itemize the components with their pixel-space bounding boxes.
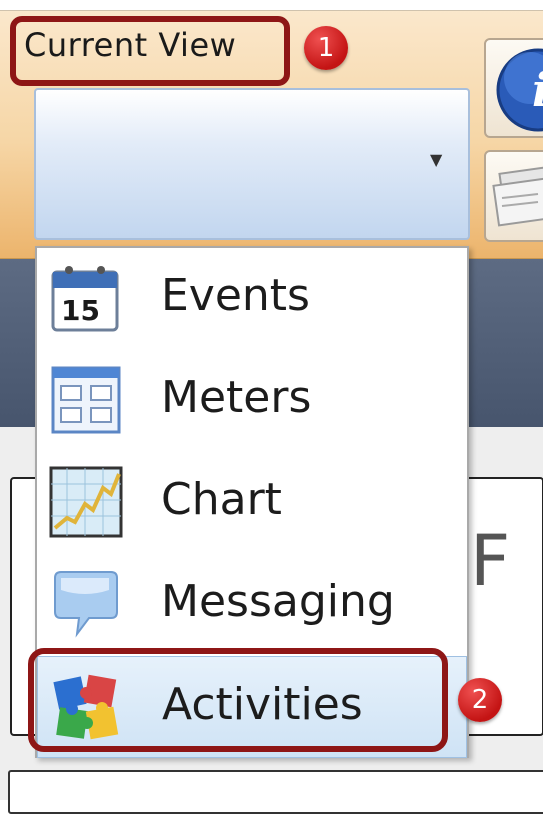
document-button[interactable] [484,150,543,242]
ribbon-top-strip [0,0,543,11]
calendar-icon: 15 [51,266,119,332]
menu-item-label: Events [161,270,310,321]
line-chart-icon [49,466,123,538]
menu-item-label: Meters [161,372,312,423]
bottom-input-box[interactable] [8,770,543,814]
menu-item-chart[interactable]: Chart [37,452,467,554]
info-button[interactable]: i [484,38,543,138]
meters-grid-icon [51,366,121,434]
highlight-box-activities [28,648,448,752]
info-icon: i [496,48,543,132]
current-view-dropdown[interactable] [34,88,470,240]
annotation-badge-1: 1 [304,26,348,70]
svg-text:i: i [532,63,543,117]
document-icon [492,165,543,227]
menu-item-label: Chart [161,474,282,525]
background-panel-glyph: F [470,520,511,602]
chevron-down-icon[interactable]: ▼ [430,150,442,169]
svg-text:15: 15 [61,294,100,327]
menu-item-label: Messaging [161,576,395,627]
menu-item-messaging[interactable]: Messaging [37,554,467,656]
annotation-badge-2: 2 [458,678,502,722]
menu-item-meters[interactable]: Meters [37,350,467,452]
highlight-box-current-view [10,16,290,86]
speech-bubble-icon [54,571,118,638]
menu-item-events[interactable]: 15 Events [37,248,467,350]
